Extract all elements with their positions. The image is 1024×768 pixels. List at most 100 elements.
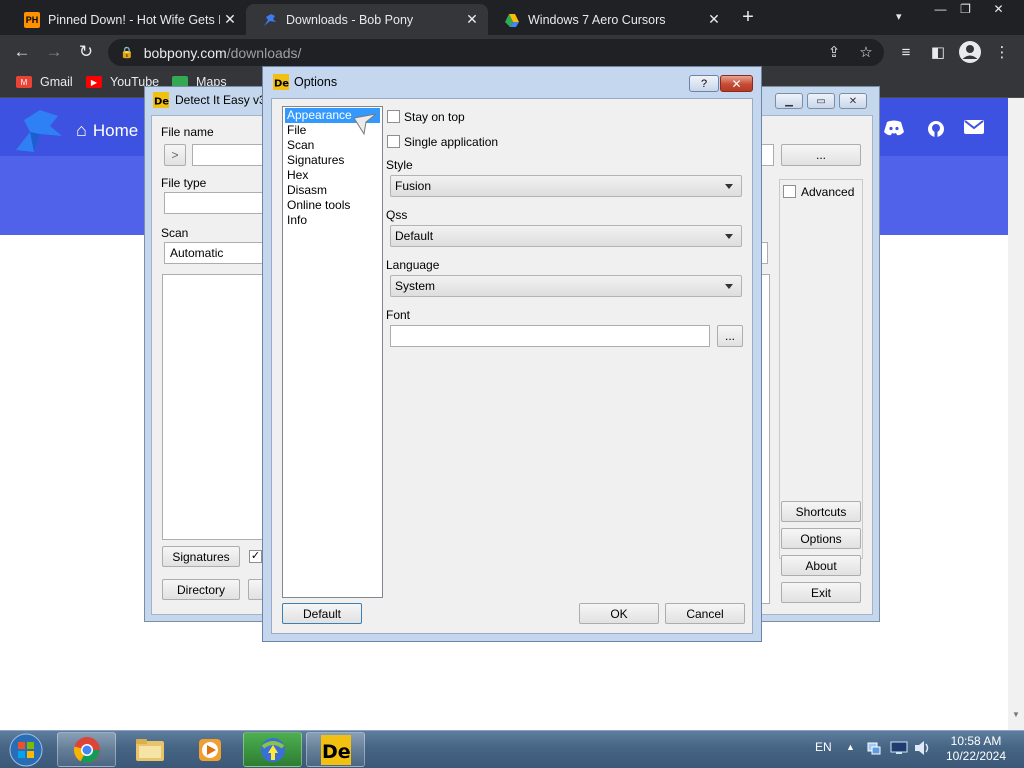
tab-title: Downloads - Bob Pony bbox=[286, 12, 414, 27]
help-button[interactable]: ? bbox=[689, 75, 719, 92]
close-icon[interactable]: ✕ bbox=[462, 11, 482, 28]
taskbar-idm[interactable] bbox=[243, 732, 302, 767]
options-category-list[interactable]: Appearance File Scan Signatures Hex Disa… bbox=[282, 106, 383, 598]
reading-list-icon[interactable]: ≡ bbox=[894, 40, 918, 64]
email-icon[interactable] bbox=[964, 120, 984, 139]
volume-icon[interactable] bbox=[914, 740, 932, 759]
ph-favicon-icon: PH bbox=[24, 11, 40, 28]
file-type-label: File type bbox=[161, 176, 207, 190]
shortcuts-button[interactable]: Shortcuts bbox=[781, 501, 861, 522]
style-label: Style bbox=[386, 158, 413, 172]
nav-home-link[interactable]: ⌂ Home bbox=[76, 120, 138, 141]
scan-results-area[interactable] bbox=[162, 274, 264, 540]
taskbar-media-player[interactable] bbox=[180, 732, 239, 767]
file-type-combo[interactable] bbox=[164, 192, 264, 214]
forward-arrow-icon[interactable]: → bbox=[42, 40, 66, 64]
category-disasm[interactable]: Disasm bbox=[285, 183, 380, 198]
system-clock[interactable]: 10:58 AM 10/22/2024 bbox=[936, 734, 1016, 764]
action-center-icon[interactable] bbox=[890, 741, 908, 758]
style-combo[interactable]: Fusion bbox=[390, 175, 742, 197]
taskbar-chrome[interactable] bbox=[57, 732, 116, 767]
windows-orb-icon bbox=[9, 733, 43, 767]
close-icon[interactable]: ✕ bbox=[220, 11, 240, 28]
stay-on-top-checkbox[interactable] bbox=[387, 110, 400, 123]
page-scrollbar[interactable]: ▼ bbox=[1008, 98, 1024, 730]
language-value: System bbox=[395, 279, 436, 293]
github-icon[interactable] bbox=[926, 120, 946, 143]
bookmark-star-icon[interactable]: ☆ bbox=[854, 40, 878, 64]
options-button[interactable]: Options bbox=[781, 528, 861, 549]
die-maximize-icon[interactable]: ▭ bbox=[807, 93, 835, 109]
back-arrow-icon[interactable]: ← bbox=[10, 40, 34, 64]
tab-downloads-bob-pony[interactable]: Downloads - Bob Pony ✕ bbox=[246, 4, 488, 35]
die-app-icon: De bbox=[153, 92, 169, 108]
address-bar[interactable]: 🔒 bobpony.com/downloads/ bbox=[108, 39, 884, 66]
clock-date: 10/22/2024 bbox=[945, 749, 1007, 763]
qss-combo[interactable]: Default bbox=[390, 225, 742, 247]
cancel-button[interactable]: Cancel bbox=[665, 603, 745, 624]
language-combo[interactable]: System bbox=[390, 275, 742, 297]
tab-ph[interactable]: PH Pinned Down! - Hot Wife Gets Po ✕ bbox=[8, 4, 246, 35]
tab-windows7-aero-cursors[interactable]: Windows 7 Aero Cursors ✕ bbox=[488, 4, 730, 35]
taskbar-detect-it-easy[interactable]: De bbox=[306, 732, 365, 767]
svg-text:De: De bbox=[154, 97, 169, 108]
category-scan[interactable]: Scan bbox=[285, 138, 380, 153]
open-file-button[interactable]: > bbox=[164, 144, 186, 166]
tab-title: Pinned Down! - Hot Wife Gets Po bbox=[48, 12, 220, 27]
bookmark-gmail[interactable]: M Gmail bbox=[16, 75, 73, 89]
font-input[interactable] bbox=[390, 325, 710, 347]
options-title-text: Options bbox=[294, 75, 338, 89]
side-panel-icon[interactable]: ◧ bbox=[926, 40, 950, 64]
die-app-icon: De bbox=[273, 74, 289, 90]
show-hidden-icons-icon[interactable]: ▲ bbox=[846, 742, 855, 752]
scan-mode-combo[interactable]: Automatic bbox=[164, 242, 264, 264]
single-application-label: Single application bbox=[404, 135, 499, 149]
tab-search-chevron-icon[interactable]: ▾ bbox=[896, 10, 902, 23]
category-info[interactable]: Info bbox=[285, 213, 380, 228]
advanced-checkbox[interactable] bbox=[783, 185, 796, 198]
gmail-icon: M bbox=[16, 76, 32, 88]
youtube-icon: ▶ bbox=[86, 76, 102, 88]
close-icon[interactable]: ✕ bbox=[704, 11, 724, 28]
bobpony-logo-icon[interactable] bbox=[12, 106, 64, 159]
start-button[interactable] bbox=[4, 733, 48, 767]
url-path: /downloads/ bbox=[226, 44, 302, 61]
category-hex[interactable]: Hex bbox=[285, 168, 380, 183]
profile-avatar-icon[interactable] bbox=[958, 40, 982, 64]
scroll-down-arrow-icon[interactable]: ▼ bbox=[1012, 710, 1020, 719]
lock-icon: 🔒 bbox=[120, 47, 134, 59]
font-browse-button[interactable]: ... bbox=[717, 325, 743, 347]
restore-icon[interactable]: ❐ bbox=[951, 0, 980, 18]
single-application-checkbox[interactable] bbox=[387, 135, 400, 148]
about-button[interactable]: About bbox=[781, 555, 861, 576]
file-name-input[interactable] bbox=[192, 144, 264, 166]
windows-taskbar: De EN ▲ 10:58 AM 10/22/2024 bbox=[0, 730, 1024, 768]
die-minimize-icon[interactable]: ▁ bbox=[775, 93, 803, 109]
taskbar-explorer[interactable] bbox=[120, 732, 179, 767]
default-button[interactable]: Default bbox=[282, 603, 362, 624]
browse-file-button[interactable]: ... bbox=[781, 144, 861, 166]
recursive-checkbox[interactable]: ✓ bbox=[249, 550, 262, 563]
die-close-icon[interactable]: ✕ bbox=[839, 93, 867, 109]
share-icon[interactable]: ⇪ bbox=[822, 40, 846, 64]
new-tab-button[interactable]: + bbox=[738, 6, 758, 30]
chrome-icon bbox=[73, 736, 100, 763]
window-close-icon[interactable]: ✕ bbox=[984, 0, 1013, 18]
directory-button[interactable]: Directory bbox=[162, 579, 240, 600]
options-titlebar[interactable]: De Options bbox=[263, 67, 761, 97]
options-client-area: Appearance File Scan Signatures Hex Disa… bbox=[271, 98, 753, 634]
svg-text:De: De bbox=[274, 79, 289, 90]
options-close-icon[interactable]: ✕ bbox=[720, 75, 753, 92]
network-icon[interactable] bbox=[866, 740, 882, 759]
discord-icon[interactable] bbox=[884, 120, 904, 141]
reload-icon[interactable]: ↻ bbox=[74, 40, 98, 64]
mouse-cursor-icon bbox=[352, 112, 378, 139]
tab-title: Windows 7 Aero Cursors bbox=[528, 12, 666, 27]
signatures-button[interactable]: Signatures bbox=[162, 546, 240, 567]
language-indicator[interactable]: EN bbox=[815, 740, 832, 754]
category-signatures[interactable]: Signatures bbox=[285, 153, 380, 168]
ok-button[interactable]: OK bbox=[579, 603, 659, 624]
exit-button[interactable]: Exit bbox=[781, 582, 861, 603]
kebab-menu-icon[interactable]: ⋮ bbox=[990, 40, 1014, 64]
category-online-tools[interactable]: Online tools bbox=[285, 198, 380, 213]
